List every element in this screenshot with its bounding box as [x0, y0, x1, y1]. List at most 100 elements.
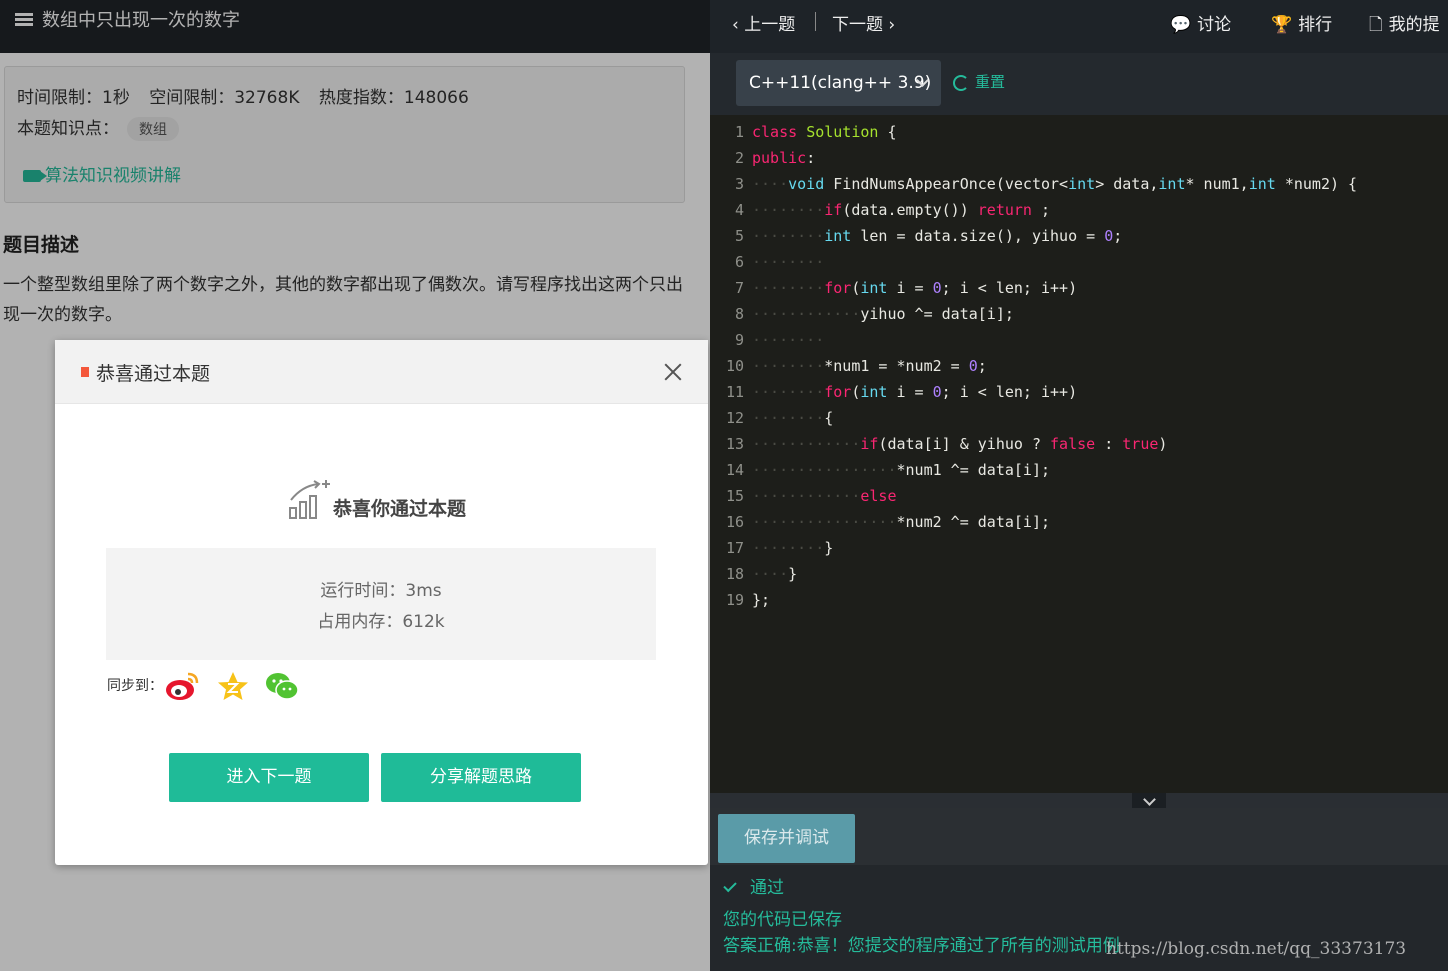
- line-number: 14: [725, 461, 744, 479]
- code-line[interactable]: 11 ········for(int i = 0; i < len; i++): [710, 379, 1448, 405]
- modal-header: 恭喜通过本题: [55, 340, 708, 404]
- share-solution-button[interactable]: 分享解题思路: [381, 753, 581, 802]
- weibo-icon[interactable]: [164, 670, 200, 702]
- code-line[interactable]: 18 ····}: [710, 561, 1448, 587]
- code-line[interactable]: 10 ········*num1 = *num2 = 0;: [710, 353, 1448, 379]
- code-line[interactable]: 14 ················*num1 ^= data[i];: [710, 457, 1448, 483]
- language-select[interactable]: C++11(clang++ 3.9): [736, 60, 941, 106]
- refresh-icon: [953, 74, 969, 91]
- my-submissions-label: 我的提: [1388, 15, 1440, 35]
- save-and-debug-button[interactable]: 保存并调试: [718, 814, 855, 863]
- line-number: 15: [725, 487, 744, 505]
- wechat-icon[interactable]: [264, 670, 300, 702]
- code-line[interactable]: 4 ········if(data.empty()) return ;: [710, 197, 1448, 223]
- code-line[interactable]: 17 ········}: [710, 535, 1448, 561]
- code-text: ················*num1 ^= data[i];: [752, 461, 1051, 479]
- code-line[interactable]: 3 ····void FindNumsAppearOnce(vector<int>…: [710, 171, 1448, 197]
- code-line[interactable]: 16 ················*num2 ^= data[i];: [710, 509, 1448, 535]
- next-problem-button[interactable]: 进入下一题: [169, 753, 369, 802]
- code-line[interactable]: 6 ········: [710, 249, 1448, 275]
- code-line[interactable]: 2 public:: [710, 145, 1448, 171]
- rank-label: 排行: [1298, 15, 1333, 35]
- line-number: 18: [725, 565, 744, 583]
- document-icon: 🗋: [1369, 15, 1383, 35]
- line-number: 10: [725, 357, 744, 375]
- comment-icon: 💬: [1170, 15, 1192, 35]
- line-number: 8: [734, 305, 744, 323]
- code-text: };: [752, 591, 771, 609]
- line-number: 2: [734, 149, 744, 167]
- result-output: 通过 您的代码已保存 答案正确:恭喜！您提交的程序通过了所有的测试用例 http…: [710, 865, 1448, 971]
- pass-status: 通过: [723, 873, 784, 898]
- line-number: 9: [734, 331, 744, 349]
- line-number: 17: [725, 539, 744, 557]
- collapse-chevron-icon[interactable]: [1132, 793, 1166, 808]
- code-line[interactable]: 19};: [710, 587, 1448, 613]
- code-text: ····}: [752, 565, 798, 583]
- chart-growth-icon: [289, 480, 330, 519]
- code-text: class Solution {: [752, 123, 897, 141]
- code-text: ········: [752, 253, 825, 271]
- my-submissions-link[interactable]: 🗋 我的提: [1369, 10, 1440, 41]
- chevron-left-icon: ‹: [732, 15, 745, 35]
- prev-problem-link[interactable]: ‹ 上一题: [732, 10, 795, 35]
- code-text: ················*num2 ^= data[i];: [752, 513, 1051, 531]
- next-label: 下一题: [832, 15, 883, 35]
- check-icon: [723, 878, 737, 892]
- code-line[interactable]: 8 ············yihuo ^= data[i];: [710, 301, 1448, 327]
- code-line[interactable]: 9 ········: [710, 327, 1448, 353]
- code-text: ········: [752, 331, 825, 349]
- editor-header: ‹ 上一题 下一题 › 💬 讨论 🏆 排行 🗋 我的提: [710, 0, 1448, 53]
- code-editor[interactable]: 1 class Solution { 2 public: 3 ····void FindN…: [710, 115, 1448, 793]
- line-number: 12: [725, 409, 744, 427]
- success-title: 恭喜你通过本题: [333, 498, 467, 520]
- result-stats: 运行时间：3ms 占用内存：612k: [106, 548, 656, 660]
- code-text: ········if(data.empty()) return ;: [752, 201, 1051, 219]
- result-panel: 保存并调试 通过 您的代码已保存 答案正确:恭喜！您提交的程序通过了所有的测试用…: [710, 808, 1448, 971]
- qzone-icon[interactable]: [215, 670, 251, 702]
- saved-message: 您的代码已保存: [723, 910, 842, 930]
- code-text: ········int len = data.size(), yihuo = 0…: [752, 227, 1123, 245]
- discuss-label: 讨论: [1197, 15, 1232, 35]
- code-text: ············else: [752, 487, 897, 505]
- panel-divider: [710, 793, 1448, 808]
- editor-toolbar: C++11(clang++ 3.9) 重置: [710, 53, 1448, 115]
- close-icon[interactable]: [661, 360, 685, 384]
- code-line[interactable]: 15 ············else: [710, 483, 1448, 509]
- code-line[interactable]: 12 ········{: [710, 405, 1448, 431]
- code-text: ············if(data[i] & yihuo ? false :…: [752, 435, 1168, 453]
- code-text: public:: [752, 149, 816, 167]
- line-number: 5: [734, 227, 744, 245]
- code-text: ····void FindNumsAppearOnce(vector<int> …: [752, 175, 1358, 193]
- line-number: 13: [725, 435, 744, 453]
- nav-divider: [815, 12, 816, 31]
- line-number: 7: [734, 279, 744, 297]
- next-problem-link[interactable]: 下一题 ›: [832, 10, 895, 35]
- code-text: ············yihuo ^= data[i];: [752, 305, 1014, 323]
- code-line[interactable]: 13 ············if(data[i] & yihuo ? false…: [710, 431, 1448, 457]
- runtime-stat: 运行时间：3ms: [320, 581, 442, 601]
- code-text: ········for(int i = 0; i < len; i++): [752, 279, 1078, 297]
- code-text: ········for(int i = 0; i < len; i++): [752, 383, 1078, 401]
- line-number: 16: [725, 513, 744, 531]
- code-line[interactable]: 7 ········for(int i = 0; i < len; i++): [710, 275, 1448, 301]
- code-line[interactable]: 1 class Solution {: [710, 119, 1448, 145]
- sync-label: 同步到：: [107, 678, 163, 694]
- prev-label: 上一题: [744, 15, 796, 35]
- discuss-link[interactable]: 💬 讨论: [1170, 10, 1231, 35]
- code-text: ········{: [752, 409, 834, 427]
- language-value: C++11(clang++ 3.9): [749, 73, 932, 93]
- title-marker: [81, 367, 89, 377]
- memory-stat: 占用内存：612k: [317, 612, 445, 632]
- watermark: https://blog.csdn.net/qq_33373173: [1106, 939, 1407, 959]
- reset-button[interactable]: 重置: [953, 71, 1005, 92]
- modal-title: 恭喜通过本题: [96, 363, 211, 385]
- chevron-right-icon: ›: [883, 15, 896, 35]
- rank-link[interactable]: 🏆 排行: [1271, 10, 1332, 35]
- pass-label: 通过: [750, 878, 784, 898]
- success-modal: 恭喜通过本题 恭喜你通过本题 运行时间：3ms 占用内存：612k 同步到： 进…: [55, 340, 708, 865]
- line-number: 6: [734, 253, 744, 271]
- code-text: ········*num1 = *num2 = 0;: [752, 357, 987, 375]
- line-number: 4: [734, 201, 744, 219]
- code-line[interactable]: 5 ········int len = data.size(), yihuo = …: [710, 223, 1448, 249]
